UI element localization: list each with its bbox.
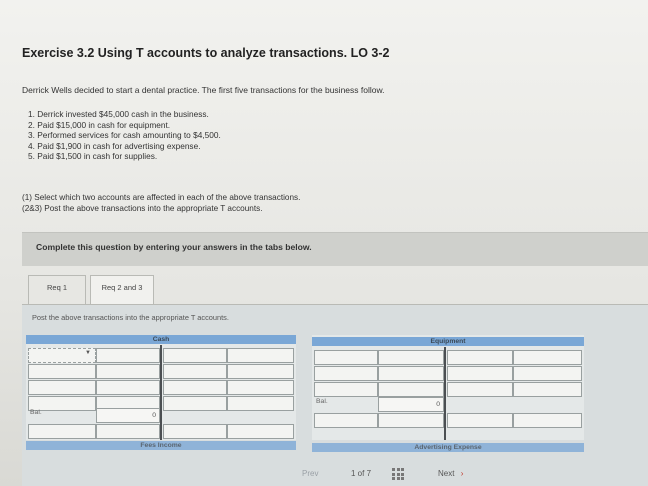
equipment-debit-amount-row-3[interactable] <box>378 382 444 397</box>
equipment-debit-label-row-1[interactable] <box>314 350 378 365</box>
chevron-down-icon[interactable]: ▼ <box>85 350 91 356</box>
list-item: 1. Derrick invested $45,000 cash in the … <box>28 109 209 119</box>
cash-debit-amount-row-5[interactable] <box>96 424 160 439</box>
t-account-fees-income-header: Fees Income <box>26 441 296 450</box>
cash-credit-label-row-1[interactable] <box>227 348 294 363</box>
cash-credit-amount-row-5[interactable] <box>163 424 227 439</box>
t-account-equipment-header: Equipment <box>312 337 584 346</box>
cash-balance-value: 0 <box>96 408 160 423</box>
cash-credit-amount-row-2[interactable] <box>163 364 227 379</box>
cash-debit-label-row-5[interactable] <box>28 424 96 439</box>
equipment-credit-label-row-4[interactable] <box>513 413 582 428</box>
cash-balance-label: Bal. <box>30 409 42 416</box>
equipment-debit-amount-row-2[interactable] <box>378 366 444 381</box>
cash-credit-label-row-4[interactable] <box>227 396 294 411</box>
cash-debit-label-row-2[interactable] <box>28 364 96 379</box>
list-item: 4. Paid $1,900 in cash for advertising e… <box>28 140 201 151</box>
tab-req-2-and-3[interactable]: Req 2 and 3 <box>90 275 154 305</box>
next-label: Next <box>438 469 455 478</box>
grid-icon[interactable] <box>392 468 404 480</box>
equipment-debit-label-row-3[interactable] <box>314 382 378 397</box>
cash-credit-label-row-5[interactable] <box>227 424 294 439</box>
t-account-divider <box>160 345 162 440</box>
t-account-divider <box>444 347 446 440</box>
page: Exercise 3.2 Using T accounts to analyze… <box>0 0 648 486</box>
exercise-intro: Derrick Wells decided to start a dental … <box>22 85 385 95</box>
equipment-balance-value: 0 <box>378 397 444 412</box>
equipment-credit-label-row-3[interactable] <box>513 382 582 397</box>
t-account-cash-header: Cash <box>26 335 296 344</box>
equipment-balance-label: Bal. <box>316 398 328 405</box>
tab-req-1[interactable]: Req 1 <box>28 275 86 305</box>
exercise-title: Exercise 3.2 Using T accounts to analyze… <box>22 46 390 60</box>
equipment-debit-label-row-2[interactable] <box>314 366 378 381</box>
cash-credit-label-row-2[interactable] <box>227 364 294 379</box>
instructions: (1) Select which two accounts are affect… <box>22 193 300 214</box>
equipment-debit-amount-row-1[interactable] <box>378 350 444 365</box>
transaction-list: 1. Derrick invested $45,000 cash in the … <box>28 109 221 162</box>
cash-debit-label-row-3[interactable] <box>28 380 96 395</box>
cash-credit-amount-row-1[interactable] <box>163 348 227 363</box>
equipment-credit-amount-row-1[interactable] <box>447 350 513 365</box>
instruction-line: (1) Select which two accounts are affect… <box>22 193 301 202</box>
list-item: 2. Paid $15,000 in cash for equipment. <box>28 119 171 130</box>
cash-credit-amount-row-4[interactable] <box>163 396 227 411</box>
page-indicator: 1 of 7 <box>351 469 372 478</box>
cash-debit-amount-row-2[interactable] <box>96 364 160 379</box>
equipment-credit-amount-row-4[interactable] <box>447 413 513 428</box>
equipment-credit-label-row-1[interactable] <box>513 350 582 365</box>
t-account-advertising-expense-header: Advertising Expense <box>312 443 584 452</box>
cash-credit-amount-row-3[interactable] <box>163 380 227 395</box>
banner-text: Complete this question by entering your … <box>36 242 312 252</box>
prev-button[interactable]: Prev <box>302 469 318 478</box>
equipment-credit-amount-row-2[interactable] <box>447 366 513 381</box>
equipment-debit-amount-row-4[interactable] <box>378 413 444 428</box>
instruction-line: (2&3) Post the above transactions into t… <box>22 203 263 213</box>
list-item: 3. Performed services for cash amounting… <box>28 130 221 141</box>
list-item: 5. Paid $1,500 in cash for supplies. <box>28 151 158 162</box>
cash-credit-label-row-3[interactable] <box>227 380 294 395</box>
chevron-right-icon: › <box>460 469 464 478</box>
panel-instruction: Post the above transactions into the app… <box>32 313 229 322</box>
instruction-banner: Complete this question by entering your … <box>22 232 648 266</box>
equipment-credit-amount-row-3[interactable] <box>447 382 513 397</box>
next-button[interactable]: Next › <box>438 469 463 478</box>
cash-debit-amount-row-3[interactable] <box>96 380 160 395</box>
cash-debit-amount-row-1[interactable] <box>96 348 160 363</box>
equipment-debit-label-row-4[interactable] <box>314 413 378 428</box>
equipment-credit-label-row-2[interactable] <box>513 366 582 381</box>
